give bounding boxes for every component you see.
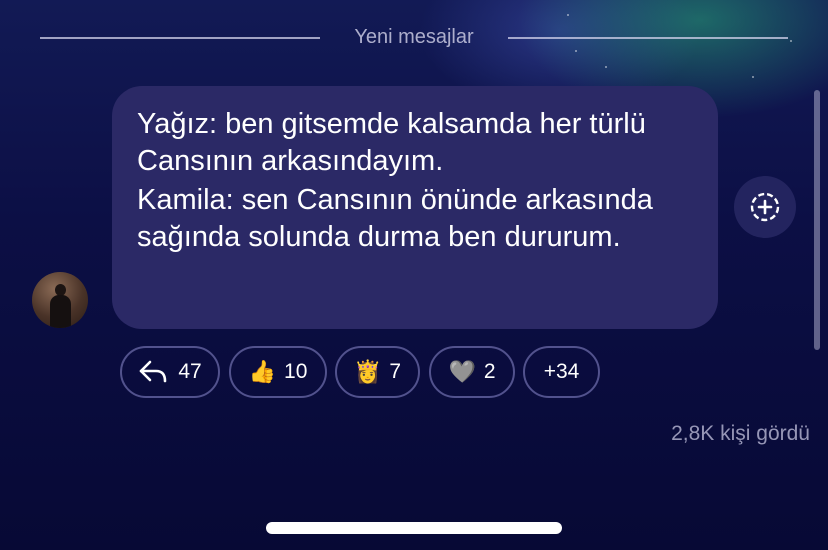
message-bubble[interactable]: Yağız: ben gitsemde kalsamda her türlü C…	[112, 86, 718, 329]
star-decoration	[752, 76, 754, 78]
princess-reaction-chip[interactable]: 👸 7	[335, 346, 420, 398]
star-decoration	[567, 14, 569, 16]
reply-reaction-chip[interactable]: 47	[120, 346, 220, 398]
message-text-line: Yağız: ben gitsemde kalsamda her türlü C…	[137, 108, 646, 177]
add-reaction-icon	[750, 192, 780, 222]
avatar-figure-body	[50, 295, 71, 328]
home-indicator[interactable]	[266, 522, 562, 534]
reaction-count: 2	[483, 360, 496, 383]
reaction-count: 47	[178, 360, 202, 383]
new-messages-divider: Yeni mesajlar	[40, 22, 788, 52]
grey-heart-icon: 🩶	[448, 359, 476, 384]
more-reactions-chip[interactable]: +34	[523, 346, 600, 398]
star-decoration	[605, 66, 607, 68]
sender-avatar[interactable]	[32, 272, 88, 328]
star-decoration	[790, 40, 792, 42]
scrollbar[interactable]	[814, 90, 820, 350]
add-reaction-button[interactable]	[734, 176, 796, 238]
reaction-count: 7	[389, 360, 402, 383]
reaction-count: 10	[284, 360, 308, 383]
new-messages-label: Yeni mesajlar	[354, 26, 474, 48]
thumbs-up-icon: 👍	[248, 359, 277, 384]
views-count: 2,8K kişi gördü	[671, 422, 810, 445]
thumbs-up-reaction-chip[interactable]: 👍 10	[229, 346, 327, 398]
divider-line	[40, 37, 320, 39]
message-text-line: Kamila: sen Cansının önünde arkasında sa…	[137, 184, 653, 253]
grey-heart-reaction-chip[interactable]: 🩶 2	[429, 346, 515, 398]
divider-line	[508, 37, 788, 39]
more-reactions-label: +34	[543, 360, 580, 383]
reply-arrow-icon	[140, 360, 167, 383]
princess-icon: 👸	[353, 359, 382, 384]
